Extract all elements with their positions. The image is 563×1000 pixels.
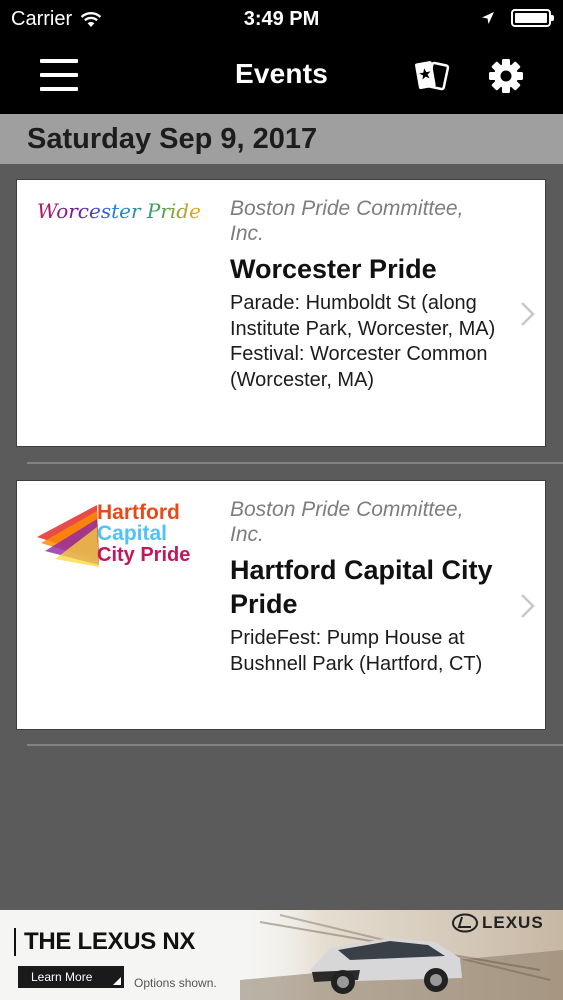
hartford-pride-logo: Hartford Capital City Pride [35,497,215,567]
status-bar: Carrier 3:49 PM [0,0,563,38]
tickets-icon[interactable] [412,58,452,99]
gear-icon[interactable] [488,58,524,99]
ad-learn-more-button[interactable]: Learn More [18,966,124,988]
status-time: 3:49 PM [243,8,320,30]
ad-disclaimer: Options shown. [134,976,217,990]
event-title: Worcester Pride [230,254,437,284]
event-card-worcester-pride[interactable]: Worcester Pride Boston Pride Committee, … [16,179,546,447]
page-title: Events [234,58,329,89]
chevron-right-icon [521,302,535,326]
corner-arrow-icon [113,977,121,985]
battery-icon [511,9,554,27]
event-card-hartford-capital-city-pride[interactable]: Hartford Capital City Pride Boston Pride… [16,480,546,730]
list-separator [27,744,563,746]
event-title: Hartford Capital City Pride [230,555,493,619]
svg-text:Hartford: Hartford [97,501,180,524]
event-location: PrideFest: Pump House at Bushnell Park (… [230,627,483,675]
worcester-pride-logo: Worcester Pride [35,198,215,233]
date-section-header: Saturday Sep 9, 2017 [0,114,563,164]
event-organizer: Boston Pride Committee, Inc. [230,498,464,546]
event-location: Parade: Humboldt St (along Institute Par… [230,292,496,391]
nav-bar: Events [0,38,563,114]
ad-headline: THE LEXUS NX [14,928,195,956]
svg-text:Capital: Capital [97,522,167,545]
ad-banner[interactable]: THE LEXUS NX Learn More Options shown. L… [0,910,563,1000]
lexus-logo-icon [452,913,478,933]
list-separator [27,462,563,464]
svg-text:City Pride: City Pride [97,544,190,566]
ad-brand: LEXUS [452,913,544,933]
date-header-label: Saturday Sep 9, 2017 [27,123,318,155]
event-organizer: Boston Pride Committee, Inc. [230,197,464,245]
location-arrow-icon [482,12,494,24]
svg-text:Worcester Pride: Worcester Pride [37,199,201,223]
chevron-right-icon [521,594,535,618]
